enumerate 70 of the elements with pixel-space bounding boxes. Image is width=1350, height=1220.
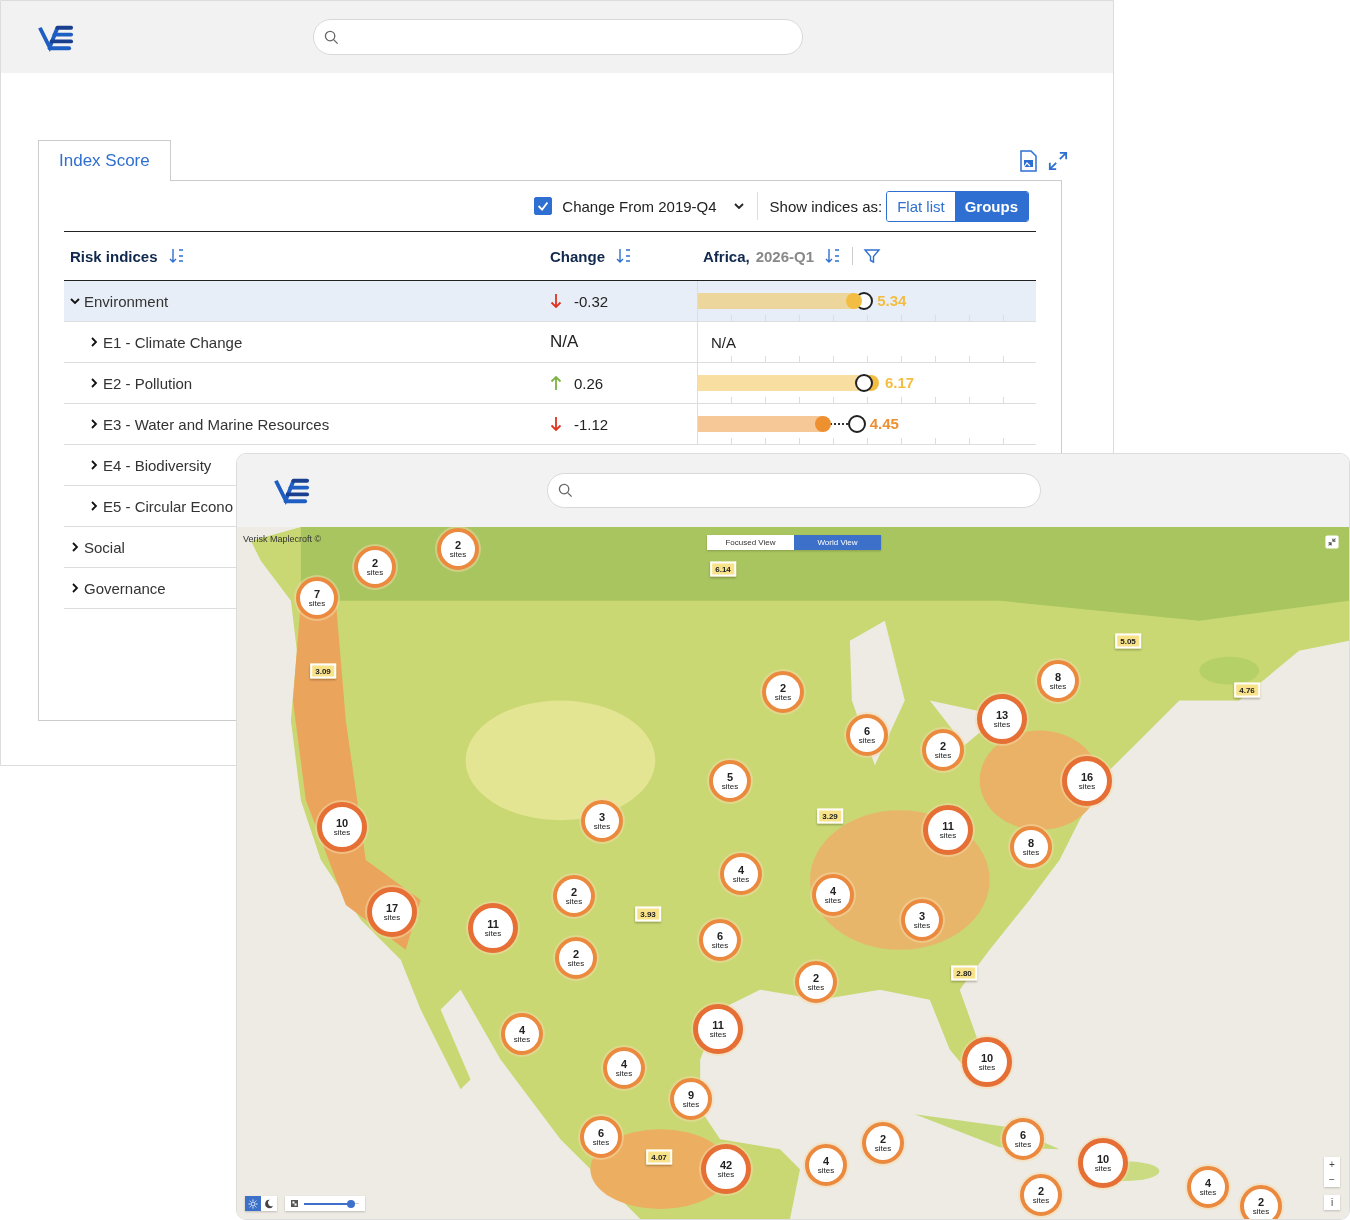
change-value: 0.26 — [574, 374, 604, 392]
search-icon — [324, 29, 339, 45]
score-tag[interactable]: 5.05 — [1115, 633, 1141, 649]
table-row[interactable]: E1 - Climate Change N/A N/A — [64, 322, 1036, 363]
view-option[interactable]: Groups — [954, 191, 1028, 221]
moon-icon[interactable] — [261, 1196, 277, 1211]
column-header[interactable]: Change — [550, 247, 605, 265]
chevron-right-icon[interactable] — [70, 542, 80, 552]
arrow-down-icon — [550, 416, 562, 432]
caret-icon — [732, 200, 745, 212]
period-label: 2026-Q1 — [755, 247, 815, 265]
index-name: Governance — [84, 579, 166, 597]
info-button[interactable]: i — [1324, 1195, 1340, 1210]
index-name: E5 - Circular Econo — [103, 497, 234, 515]
table-row[interactable]: E2 - Pollution 0.26 6.17 — [64, 363, 1036, 404]
index-name: Environment — [84, 292, 169, 310]
score-value: N/A — [710, 333, 736, 351]
score-tag[interactable]: 6.14 — [710, 561, 736, 577]
image-download-icon[interactable] — [1018, 150, 1038, 172]
column-header[interactable]: Africa, — [703, 247, 750, 265]
sort-icon[interactable] — [167, 247, 186, 265]
score-value: 6.17 — [884, 374, 915, 391]
change-value: -0.32 — [574, 292, 609, 310]
previous-score-marker — [855, 374, 874, 392]
change-value: -1.12 — [574, 415, 609, 433]
chevron-right-icon[interactable] — [89, 419, 99, 429]
score-tag[interactable]: 4.76 — [1234, 682, 1260, 698]
index-name: E3 - Water and Marine Resources — [103, 415, 330, 433]
score-tag[interactable]: 3.09 — [310, 663, 336, 679]
opacity-icon — [291, 1200, 298, 1207]
zoom-button[interactable]: − — [1324, 1172, 1340, 1187]
index-name: E2 - Pollution — [103, 374, 193, 392]
search-field[interactable] — [313, 19, 803, 55]
chevron-right-icon[interactable] — [89, 501, 99, 511]
column-header[interactable]: Risk indices — [70, 247, 158, 265]
checkbox[interactable] — [534, 197, 553, 215]
view-toggle[interactable]: World View — [794, 535, 881, 550]
chevron-right-icon[interactable] — [89, 337, 99, 347]
score-value: 5.34 — [877, 292, 907, 309]
score-tag[interactable]: 3.29 — [817, 808, 843, 824]
chevron-right-icon[interactable] — [89, 460, 99, 470]
expand-icon[interactable] — [1048, 150, 1068, 172]
index-name: Social — [84, 538, 125, 556]
arrow-down-icon — [550, 293, 562, 309]
tab[interactable]: Index Score — [38, 140, 171, 181]
chevron-right-icon[interactable] — [89, 378, 99, 388]
previous-score-marker — [847, 415, 866, 433]
chevron-right-icon[interactable] — [70, 583, 80, 593]
chevron-down-icon[interactable] — [70, 296, 80, 306]
slider-thumb[interactable] — [346, 1199, 355, 1208]
arrow-up-icon — [550, 375, 562, 391]
score-value: 4.45 — [869, 415, 899, 432]
index-name: E1 - Climate Change — [103, 333, 243, 351]
change-value: N/A — [550, 332, 579, 352]
period-dropdown[interactable]: Change From 2019-Q4 — [552, 197, 745, 215]
table-row[interactable]: Environment -0.32 5.34 — [64, 281, 1036, 322]
score-tag[interactable]: 4.07 — [646, 1149, 672, 1165]
map-attribution: Verisk Maplecroft © — [243, 534, 322, 544]
search-icon — [558, 483, 573, 498]
sort-icon[interactable] — [615, 247, 633, 265]
show-indices-label: Show indices as: — [769, 197, 883, 215]
search-field[interactable] — [547, 473, 1041, 508]
collapse-icon[interactable] — [1325, 535, 1339, 549]
table-row[interactable]: E3 - Water and Marine Resources -1.12 4.45 — [64, 404, 1036, 445]
score-tag[interactable]: 2.80 — [951, 965, 977, 981]
filter-icon[interactable] — [863, 247, 882, 265]
score-tag[interactable]: 3.93 — [635, 906, 661, 922]
zoom-button[interactable]: + — [1324, 1157, 1340, 1172]
index-name: E4 - Biodiversity — [103, 456, 212, 474]
view-toggle[interactable]: Focused View — [707, 535, 794, 550]
